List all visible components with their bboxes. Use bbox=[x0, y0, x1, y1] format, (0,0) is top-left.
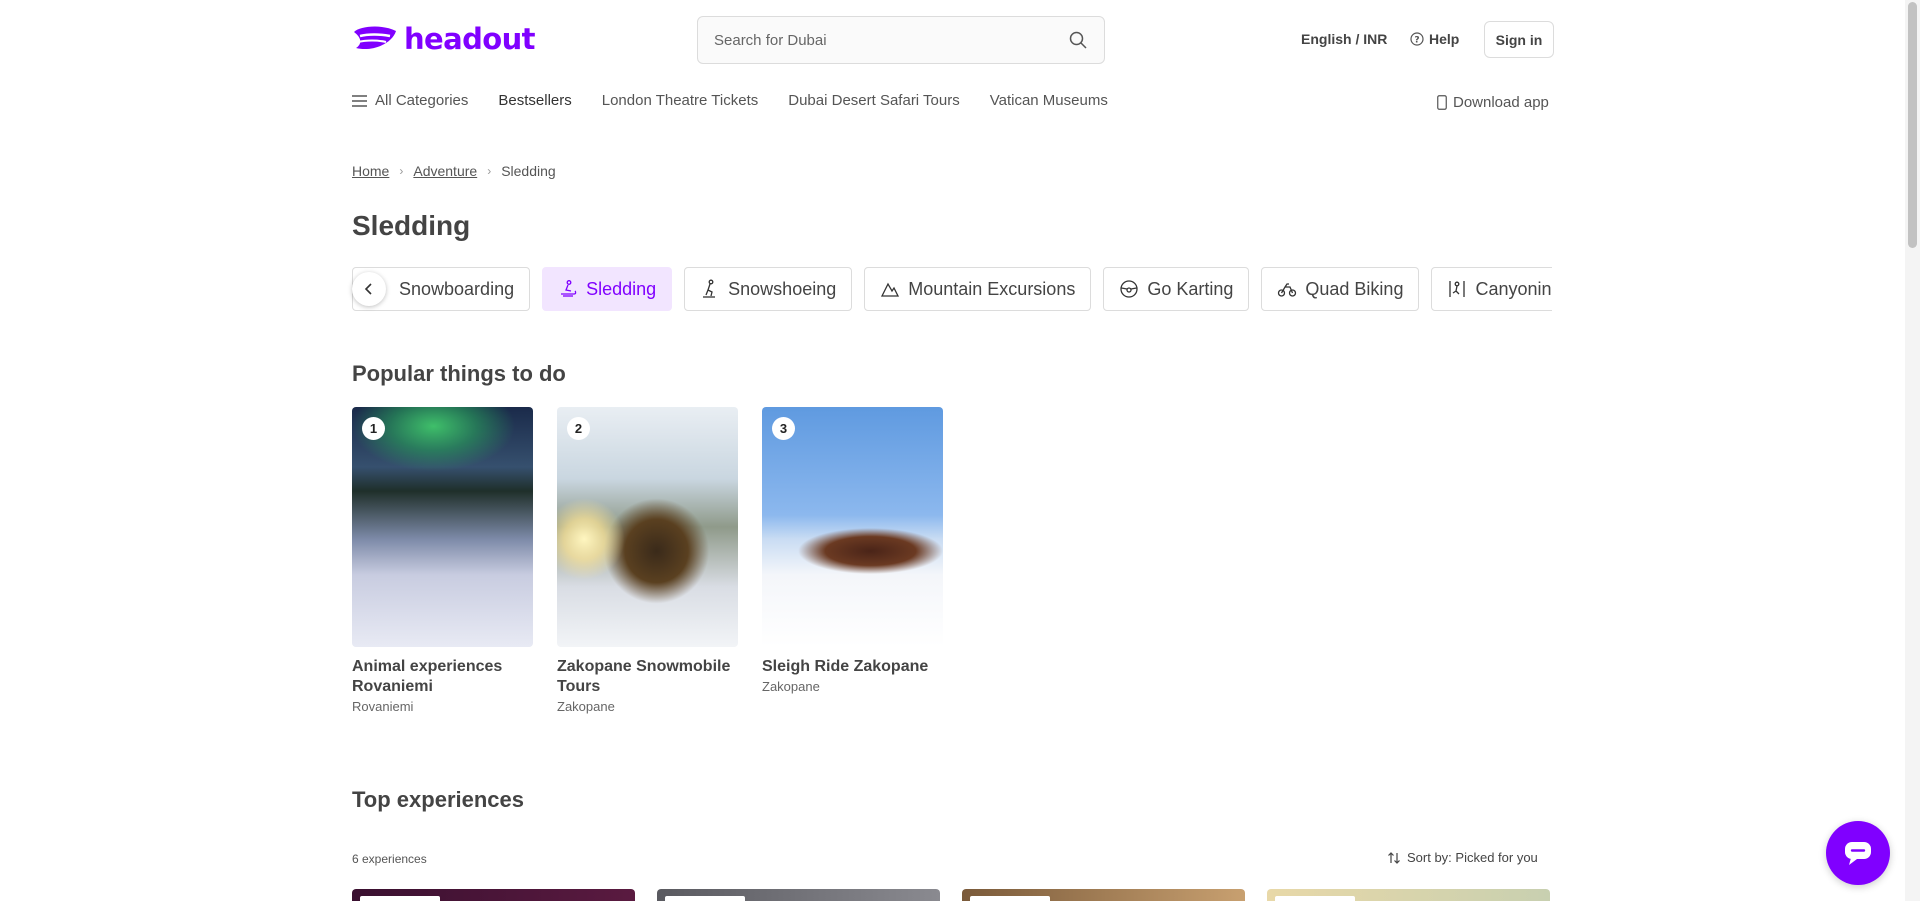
chip-label: Quad Biking bbox=[1305, 278, 1404, 299]
popular-card[interactable]: 1 Animal experiences Rovaniemi Rovaniemi bbox=[352, 407, 533, 714]
help-icon: ? bbox=[1410, 32, 1424, 46]
mountain-icon bbox=[881, 282, 900, 297]
download-app-link[interactable]: Download app bbox=[1437, 94, 1549, 111]
card-tag bbox=[665, 896, 745, 901]
popular-section-title: Popular things to do bbox=[352, 361, 566, 386]
download-app-label: Download app bbox=[1453, 94, 1549, 111]
logo-mark-icon bbox=[354, 26, 396, 50]
chevron-right-icon: › bbox=[487, 164, 492, 178]
experience-count: 6 experiences bbox=[352, 852, 427, 866]
card-tag bbox=[970, 896, 1050, 901]
chip-label: Canyoning bbox=[1475, 278, 1552, 299]
help-label: Help bbox=[1429, 31, 1460, 47]
hamburger-menu-icon bbox=[352, 94, 367, 107]
rank-badge: 3 bbox=[772, 417, 795, 440]
card-title[interactable]: Sleigh Ride Zakopane bbox=[762, 657, 943, 677]
all-categories-label: All Categories bbox=[375, 92, 469, 109]
popular-card[interactable]: 3 Sleigh Ride Zakopane Zakopane bbox=[762, 407, 943, 714]
category-nav: All Categories Bestsellers London Theatr… bbox=[352, 92, 1138, 109]
chevron-right-icon: › bbox=[399, 164, 404, 178]
nav-item-london-theatre[interactable]: London Theatre Tickets bbox=[602, 92, 759, 109]
card-location: Rovaniemi bbox=[352, 699, 414, 714]
rank-badge: 2 bbox=[567, 417, 590, 440]
all-categories-button[interactable]: All Categories bbox=[352, 92, 468, 109]
chip-sledding[interactable]: Sledding bbox=[542, 267, 673, 311]
chips-prev-button[interactable] bbox=[352, 272, 386, 306]
experience-card[interactable] bbox=[352, 889, 635, 901]
canyoning-icon bbox=[1449, 281, 1466, 297]
sort-icon bbox=[1388, 851, 1400, 864]
quad-bike-icon bbox=[1278, 283, 1297, 297]
chat-button[interactable] bbox=[1826, 821, 1890, 885]
popular-card[interactable]: 2 Zakopane Snowmobile Tours Zakopane bbox=[557, 407, 738, 714]
chip-label: Snowboarding bbox=[399, 278, 515, 299]
sled-icon bbox=[561, 280, 577, 297]
steering-wheel-icon bbox=[1120, 280, 1138, 298]
breadcrumb-current: Sledding bbox=[501, 163, 556, 179]
chip-quad-biking[interactable]: Quad Biking bbox=[1261, 267, 1420, 311]
chip-label: Go Karting bbox=[1147, 278, 1234, 299]
scrollbar-thumb[interactable] bbox=[1908, 2, 1917, 248]
subcategory-chips: Snowboarding Sledding Snowshoeing Mounta… bbox=[352, 267, 1552, 311]
search-box[interactable] bbox=[697, 16, 1105, 64]
headout-logo[interactable]: headout bbox=[352, 22, 535, 56]
popular-cards: 1 Animal experiences Rovaniemi Rovaniemi… bbox=[352, 407, 943, 714]
search-icon[interactable] bbox=[1068, 30, 1088, 50]
top-experiences-title: Top experiences bbox=[352, 787, 524, 812]
phone-icon bbox=[1437, 95, 1447, 110]
chip-label: Snowshoeing bbox=[728, 278, 837, 299]
breadcrumb: Home › Adventure › Sledding bbox=[352, 163, 556, 179]
card-tag bbox=[360, 896, 440, 901]
card-image[interactable]: 2 bbox=[557, 407, 738, 647]
card-image[interactable]: 3 bbox=[762, 407, 943, 647]
chip-label: Mountain Excursions bbox=[908, 278, 1076, 299]
nav-item-dubai-desert-safari[interactable]: Dubai Desert Safari Tours bbox=[788, 92, 959, 109]
card-tag bbox=[1275, 896, 1355, 901]
nav-item-bestsellers[interactable]: Bestsellers bbox=[498, 92, 571, 109]
site-header: headout English / INR ? Help Sign in bbox=[0, 0, 1905, 80]
chat-bubble-icon bbox=[1845, 842, 1871, 865]
sort-dropdown[interactable]: Sort by: Picked for you bbox=[1387, 850, 1538, 865]
help-link[interactable]: ? Help bbox=[1410, 31, 1459, 47]
card-title[interactable]: Zakopane Snowmobile Tours bbox=[557, 657, 738, 697]
svg-text:?: ? bbox=[1414, 36, 1419, 46]
card-title[interactable]: Animal experiences Rovaniemi bbox=[352, 657, 533, 697]
snowshoe-icon bbox=[703, 279, 716, 298]
breadcrumb-adventure[interactable]: Adventure bbox=[413, 163, 477, 179]
logo-text: headout bbox=[404, 22, 535, 56]
chevron-left-icon bbox=[364, 283, 372, 295]
experience-card[interactable] bbox=[1267, 889, 1550, 901]
chip-canyoning[interactable]: Canyoning bbox=[1431, 267, 1552, 311]
experience-card[interactable] bbox=[962, 889, 1245, 901]
sort-label: Sort by: Picked for you bbox=[1407, 850, 1538, 865]
signin-button[interactable]: Sign in bbox=[1484, 21, 1554, 58]
breadcrumb-home[interactable]: Home bbox=[352, 163, 389, 179]
chip-snowshoeing[interactable]: Snowshoeing bbox=[684, 267, 853, 311]
language-currency-selector[interactable]: English / INR bbox=[1301, 31, 1387, 47]
card-location: Zakopane bbox=[557, 699, 615, 714]
experience-cards-row bbox=[352, 889, 1550, 901]
card-location: Zakopane bbox=[762, 679, 820, 694]
rank-badge: 1 bbox=[362, 417, 385, 440]
chip-label: Sledding bbox=[586, 278, 657, 299]
nav-item-vatican-museums[interactable]: Vatican Museums bbox=[990, 92, 1108, 109]
chip-mountain-excursions[interactable]: Mountain Excursions bbox=[864, 267, 1092, 311]
page-scrollbar[interactable] bbox=[1905, 0, 1920, 901]
card-image[interactable]: 1 bbox=[352, 407, 533, 647]
page-title: Sledding bbox=[352, 210, 471, 241]
chip-go-karting[interactable]: Go Karting bbox=[1103, 267, 1250, 311]
search-input[interactable] bbox=[714, 31, 1068, 49]
experience-card[interactable] bbox=[657, 889, 940, 901]
